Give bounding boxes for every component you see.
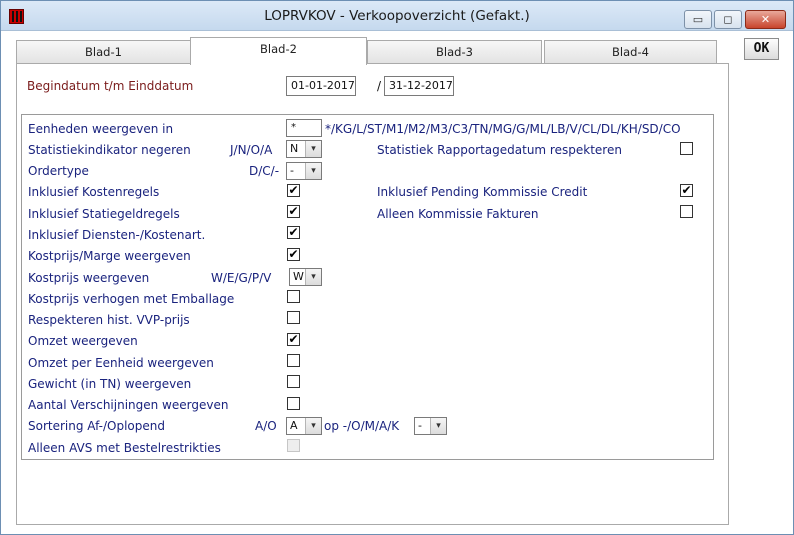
omzet-eenheid-checkbox[interactable] xyxy=(287,354,300,367)
sortering-code: A/O xyxy=(255,419,277,433)
kostenregels-checkbox[interactable]: ✔ xyxy=(287,184,300,197)
statiegeld-checkbox[interactable]: ✔ xyxy=(287,205,300,218)
title-bar[interactable]: LOPRVKOV - Verkoopoverzicht (Gefakt.) ▭ … xyxy=(1,1,793,31)
ordertype-value: - xyxy=(290,164,294,177)
kostprijs-weergeven-code: W/E/G/P/V xyxy=(211,271,272,285)
tab-blad-1[interactable]: Blad-1 xyxy=(16,40,191,63)
ordertype-select[interactable]: - ▾ xyxy=(286,162,322,180)
kostprijs-weergeven-value: W xyxy=(293,270,304,283)
statiegeld-label: Inklusief Statiegeldregels xyxy=(28,207,180,221)
maximize-icon: ◻ xyxy=(723,13,733,26)
tab-bar: Blad-1 Blad-2 Blad-3 Blad-4 xyxy=(1,31,793,65)
avs-checkbox[interactable] xyxy=(287,439,300,452)
eenheden-label: Eenheden weergeven in xyxy=(28,122,174,136)
checkmark-icon: ✔ xyxy=(288,333,299,346)
rapportagedatum-checkbox[interactable] xyxy=(680,142,693,155)
stat-negeren-label: Statistiekindikator negeren xyxy=(28,143,191,157)
eenheden-hint: */KG/L/ST/M1/M2/M3/C3/TN/MG/G/ML/LB/V/CL… xyxy=(325,122,681,136)
ordertype-label: Ordertype xyxy=(28,164,89,178)
sortering-select[interactable]: A ▾ xyxy=(286,417,322,435)
checkmark-icon: ✔ xyxy=(288,248,299,261)
window-title: LOPRVKOV - Verkoopoverzicht (Gefakt.) xyxy=(264,8,530,24)
ordertype-code: D/C/- xyxy=(249,164,280,178)
gewicht-label: Gewicht (in TN) weergeven xyxy=(28,377,192,391)
kostprijs-marge-label: Kostprijs/Marge weergeven xyxy=(28,249,191,263)
kostprijs-weergeven-select[interactable]: W ▾ xyxy=(289,268,322,286)
diensten-checkbox[interactable]: ✔ xyxy=(287,226,300,239)
omzet-checkbox[interactable]: ✔ xyxy=(287,333,300,346)
close-button[interactable]: ✕ xyxy=(745,10,786,29)
verschijningen-checkbox[interactable] xyxy=(287,397,300,410)
begin-date-input[interactable]: 01-01-2017 xyxy=(286,76,356,96)
kommissie-fakturen-label: Alleen Kommissie Fakturen xyxy=(377,207,539,221)
pending-credit-label: Inklusief Pending Kommissie Credit xyxy=(377,185,588,199)
stat-negeren-select[interactable]: N ▾ xyxy=(286,140,322,158)
kommissie-fakturen-checkbox[interactable] xyxy=(680,205,693,218)
tab-blad-2[interactable]: Blad-2 xyxy=(190,37,367,65)
ok-button[interactable]: OK xyxy=(744,38,779,60)
date-separator: / xyxy=(377,79,382,93)
sortering-label: Sortering Af-/Oplopend xyxy=(28,419,165,433)
stat-negeren-code: J/N/O/A xyxy=(230,143,273,157)
checkmark-icon: ✔ xyxy=(288,226,299,239)
tab-blad-4[interactable]: Blad-4 xyxy=(544,40,717,63)
eenheden-input[interactable]: * xyxy=(286,119,322,137)
chevron-down-icon: ▾ xyxy=(305,141,321,157)
pending-credit-checkbox[interactable]: ✔ xyxy=(680,184,693,197)
sortering-op-value: - xyxy=(418,419,422,432)
kostprijs-emballage-label: Kostprijs verhogen met Emballage xyxy=(28,292,235,306)
checkmark-icon: ✔ xyxy=(288,205,299,218)
vvp-checkbox[interactable] xyxy=(287,311,300,324)
gewicht-checkbox[interactable] xyxy=(287,375,300,388)
minimize-icon: ▭ xyxy=(692,13,704,26)
sortering-value: A xyxy=(290,419,298,432)
end-date-input[interactable]: 31-12-2017 xyxy=(384,76,454,96)
omzet-eenheid-label: Omzet per Eenheid weergeven xyxy=(28,356,214,370)
chevron-down-icon: ▾ xyxy=(305,163,321,179)
kostprijs-emballage-checkbox[interactable] xyxy=(287,290,300,303)
app-window: LOPRVKOV - Verkoopoverzicht (Gefakt.) ▭ … xyxy=(0,0,794,535)
maximize-button[interactable]: ◻ xyxy=(714,10,742,29)
checkmark-icon: ✔ xyxy=(288,184,299,197)
close-icon: ✕ xyxy=(760,13,771,26)
date-range-label: Begindatum t/m Einddatum xyxy=(27,79,194,93)
minimize-button[interactable]: ▭ xyxy=(684,10,712,29)
kostprijs-weergeven-label: Kostprijs weergeven xyxy=(28,271,150,285)
verschijningen-label: Aantal Verschijningen weergeven xyxy=(28,398,229,412)
rapportagedatum-label: Statistiek Rapportagedatum respekteren xyxy=(377,143,622,157)
stat-negeren-value: N xyxy=(290,142,299,155)
tab-blad-3[interactable]: Blad-3 xyxy=(367,40,542,63)
diensten-label: Inklusief Diensten-/Kostenart. xyxy=(28,228,206,242)
chevron-down-icon: ▾ xyxy=(305,418,321,434)
chevron-down-icon: ▾ xyxy=(430,418,446,434)
omzet-label: Omzet weergeven xyxy=(28,334,138,348)
sortering-op-select[interactable]: - ▾ xyxy=(414,417,447,435)
kostenregels-label: Inklusief Kostenregels xyxy=(28,185,160,199)
kostprijs-marge-checkbox[interactable]: ✔ xyxy=(287,248,300,261)
chevron-down-icon: ▾ xyxy=(305,269,321,285)
vvp-label: Respekteren hist. VVP-prijs xyxy=(28,313,190,327)
avs-label: Alleen AVS met Bestelrestrikties xyxy=(28,441,221,455)
sortering-op-label: op -/O/M/A/K xyxy=(324,419,400,433)
checkmark-icon: ✔ xyxy=(681,184,692,197)
